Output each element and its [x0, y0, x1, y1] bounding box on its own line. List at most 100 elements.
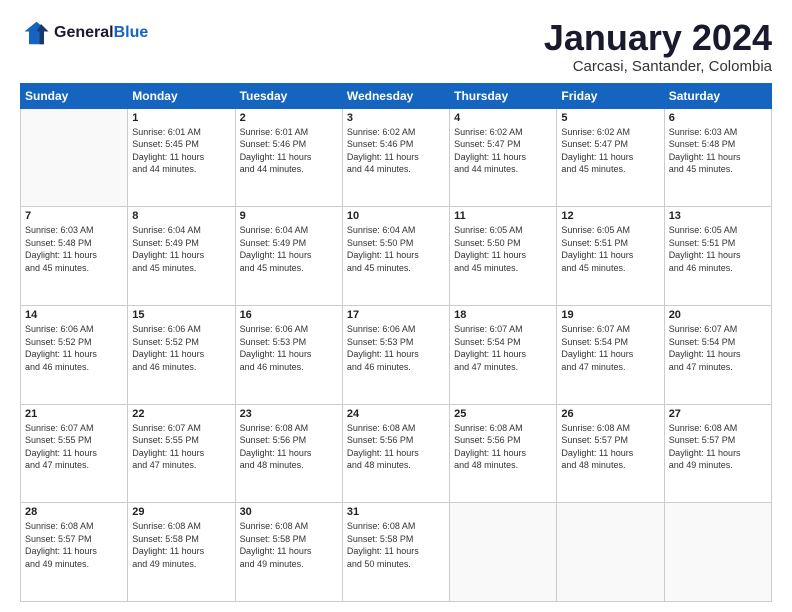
logo: GeneralBlue [20, 18, 148, 48]
logo-general: General [54, 24, 114, 41]
day-number: 25 [454, 408, 552, 420]
day-number: 6 [669, 112, 767, 124]
calendar-cell: 20 Sunrise: 6:07 AMSunset: 5:54 PMDayligh… [664, 305, 771, 404]
calendar-cell: 30 Sunrise: 6:08 AMSunset: 5:58 PMDayligh… [235, 503, 342, 602]
calendar-cell: 23 Sunrise: 6:08 AMSunset: 5:56 PMDayligh… [235, 404, 342, 503]
calendar-week-3: 14 Sunrise: 6:06 AMSunset: 5:52 PMDayligh… [21, 305, 772, 404]
day-number: 7 [25, 210, 123, 222]
day-info: Sunrise: 6:01 AMSunset: 5:45 PMDaylight:… [132, 126, 230, 176]
day-number: 1 [132, 112, 230, 124]
calendar-cell [664, 503, 771, 602]
day-number: 22 [132, 408, 230, 420]
calendar-cell: 15 Sunrise: 6:06 AMSunset: 5:52 PMDayligh… [128, 305, 235, 404]
calendar-week-1: 1 Sunrise: 6:01 AMSunset: 5:45 PMDaylight… [21, 108, 772, 207]
calendar-cell: 14 Sunrise: 6:06 AMSunset: 5:52 PMDayligh… [21, 305, 128, 404]
day-number: 11 [454, 210, 552, 222]
calendar-cell: 7 Sunrise: 6:03 AMSunset: 5:48 PMDaylight… [21, 207, 128, 306]
day-info: Sunrise: 6:02 AMSunset: 5:47 PMDaylight:… [561, 126, 659, 176]
day-info: Sunrise: 6:02 AMSunset: 5:47 PMDaylight:… [454, 126, 552, 176]
calendar-cell: 3Sunrise: 6:02 AMSunset: 5:46 PMDaylight… [342, 108, 449, 207]
day-number: 15 [132, 309, 230, 321]
day-info: Sunrise: 6:07 AMSunset: 5:55 PMDaylight:… [132, 422, 230, 472]
calendar-cell: 28 Sunrise: 6:08 AMSunset: 5:57 PMDayligh… [21, 503, 128, 602]
col-wednesday: Wednesday [342, 83, 449, 108]
calendar-cell: 19Sunrise: 6:07 AMSunset: 5:54 PMDayligh… [557, 305, 664, 404]
calendar-cell: 6 Sunrise: 6:03 AMSunset: 5:48 PMDaylight… [664, 108, 771, 207]
day-info: Sunrise: 6:06 AMSunset: 5:52 PMDaylight:… [132, 323, 230, 373]
calendar-cell: 16 Sunrise: 6:06 AMSunset: 5:53 PMDayligh… [235, 305, 342, 404]
day-number: 20 [669, 309, 767, 321]
calendar-cell: 25 Sunrise: 6:08 AMSunset: 5:56 PMDayligh… [450, 404, 557, 503]
day-info: Sunrise: 6:03 AMSunset: 5:48 PMDaylight:… [25, 224, 123, 274]
day-number: 26 [561, 408, 659, 420]
calendar-cell: 5 Sunrise: 6:02 AMSunset: 5:47 PMDaylight… [557, 108, 664, 207]
calendar-cell: 13 Sunrise: 6:05 AMSunset: 5:51 PMDayligh… [664, 207, 771, 306]
day-number: 14 [25, 309, 123, 321]
calendar-week-2: 7 Sunrise: 6:03 AMSunset: 5:48 PMDaylight… [21, 207, 772, 306]
day-number: 8 [132, 210, 230, 222]
month-title: January 2024 [544, 18, 772, 58]
day-number: 29 [132, 506, 230, 518]
day-number: 9 [240, 210, 338, 222]
day-number: 18 [454, 309, 552, 321]
col-tuesday: Tuesday [235, 83, 342, 108]
col-monday: Monday [128, 83, 235, 108]
day-number: 16 [240, 309, 338, 321]
col-sunday: Sunday [21, 83, 128, 108]
logo-icon [20, 18, 50, 48]
day-info: Sunrise: 6:07 AMSunset: 5:54 PMDaylight:… [669, 323, 767, 373]
calendar-week-5: 28 Sunrise: 6:08 AMSunset: 5:57 PMDayligh… [21, 503, 772, 602]
day-info: Sunrise: 6:08 AMSunset: 5:56 PMDaylight:… [454, 422, 552, 472]
calendar-cell: 27Sunrise: 6:08 AMSunset: 5:57 PMDayligh… [664, 404, 771, 503]
calendar-cell: 31Sunrise: 6:08 AMSunset: 5:58 PMDayligh… [342, 503, 449, 602]
day-number: 24 [347, 408, 445, 420]
day-number: 5 [561, 112, 659, 124]
calendar-cell: 29Sunrise: 6:08 AMSunset: 5:58 PMDayligh… [128, 503, 235, 602]
calendar-cell: 18 Sunrise: 6:07 AMSunset: 5:54 PMDayligh… [450, 305, 557, 404]
day-info: Sunrise: 6:08 AMSunset: 5:58 PMDaylight:… [347, 520, 445, 570]
col-saturday: Saturday [664, 83, 771, 108]
calendar-cell: 9 Sunrise: 6:04 AMSunset: 5:49 PMDaylight… [235, 207, 342, 306]
day-info: Sunrise: 6:08 AMSunset: 5:57 PMDaylight:… [669, 422, 767, 472]
day-info: Sunrise: 6:06 AMSunset: 5:53 PMDaylight:… [347, 323, 445, 373]
day-number: 21 [25, 408, 123, 420]
calendar-cell: 4Sunrise: 6:02 AMSunset: 5:47 PMDaylight… [450, 108, 557, 207]
day-info: Sunrise: 6:05 AMSunset: 5:51 PMDaylight:… [561, 224, 659, 274]
day-info: Sunrise: 6:07 AMSunset: 5:55 PMDaylight:… [25, 422, 123, 472]
day-info: Sunrise: 6:02 AMSunset: 5:46 PMDaylight:… [347, 126, 445, 176]
col-thursday: Thursday [450, 83, 557, 108]
calendar-cell: 17 Sunrise: 6:06 AMSunset: 5:53 PMDayligh… [342, 305, 449, 404]
day-number: 12 [561, 210, 659, 222]
day-info: Sunrise: 6:05 AMSunset: 5:50 PMDaylight:… [454, 224, 552, 274]
day-info: Sunrise: 6:04 AMSunset: 5:49 PMDaylight:… [240, 224, 338, 274]
day-info: Sunrise: 6:06 AMSunset: 5:52 PMDaylight:… [25, 323, 123, 373]
calendar-table: Sunday Monday Tuesday Wednesday Thursday… [20, 83, 772, 602]
calendar-cell: 2Sunrise: 6:01 AMSunset: 5:46 PMDaylight… [235, 108, 342, 207]
day-number: 10 [347, 210, 445, 222]
header-row: Sunday Monday Tuesday Wednesday Thursday… [21, 83, 772, 108]
day-info: Sunrise: 6:04 AMSunset: 5:50 PMDaylight:… [347, 224, 445, 274]
day-info: Sunrise: 6:07 AMSunset: 5:54 PMDaylight:… [454, 323, 552, 373]
day-number: 13 [669, 210, 767, 222]
calendar-cell: 12 Sunrise: 6:05 AMSunset: 5:51 PMDayligh… [557, 207, 664, 306]
day-number: 28 [25, 506, 123, 518]
day-info: Sunrise: 6:03 AMSunset: 5:48 PMDaylight:… [669, 126, 767, 176]
header: GeneralBlue January 2024 Carcasi, Santan… [20, 18, 772, 75]
calendar-cell [21, 108, 128, 207]
day-info: Sunrise: 6:06 AMSunset: 5:53 PMDaylight:… [240, 323, 338, 373]
calendar-cell: 21 Sunrise: 6:07 AMSunset: 5:55 PMDayligh… [21, 404, 128, 503]
day-number: 30 [240, 506, 338, 518]
logo-blue: Blue [114, 24, 149, 41]
day-number: 23 [240, 408, 338, 420]
calendar-cell: 24 Sunrise: 6:08 AMSunset: 5:56 PMDayligh… [342, 404, 449, 503]
calendar-week-4: 21 Sunrise: 6:07 AMSunset: 5:55 PMDayligh… [21, 404, 772, 503]
day-info: Sunrise: 6:05 AMSunset: 5:51 PMDaylight:… [669, 224, 767, 274]
day-info: Sunrise: 6:08 AMSunset: 5:56 PMDaylight:… [240, 422, 338, 472]
day-info: Sunrise: 6:08 AMSunset: 5:56 PMDaylight:… [347, 422, 445, 472]
day-info: Sunrise: 6:01 AMSunset: 5:46 PMDaylight:… [240, 126, 338, 176]
day-info: Sunrise: 6:08 AMSunset: 5:57 PMDaylight:… [25, 520, 123, 570]
day-info: Sunrise: 6:08 AMSunset: 5:57 PMDaylight:… [561, 422, 659, 472]
day-number: 17 [347, 309, 445, 321]
page: GeneralBlue January 2024 Carcasi, Santan… [0, 0, 792, 612]
day-info: Sunrise: 6:08 AMSunset: 5:58 PMDaylight:… [240, 520, 338, 570]
